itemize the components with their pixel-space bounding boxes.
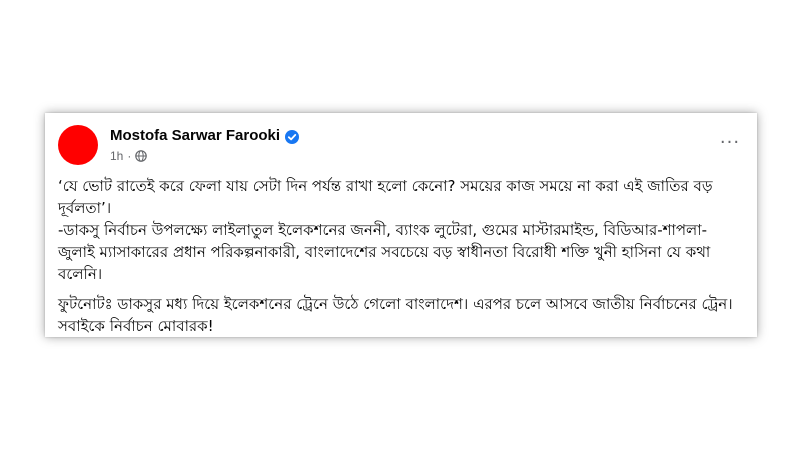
meta-separator: · xyxy=(127,149,132,163)
facebook-post-card: Mostofa Sarwar Farooki 1h · ··· ‘যে ভোট … xyxy=(45,113,757,337)
post-paragraph: ‘যে ভোট রাতেই করে ফেলা যায় সেটা দিন পর্… xyxy=(58,177,713,283)
post-meta: 1h · xyxy=(110,149,148,163)
author-avatar[interactable] xyxy=(58,125,98,165)
post-paragraph-footnote: ফুটনোটঃ ডাকসুর মধ্য দিয়ে ইলেকশনের ট্রেন… xyxy=(58,295,738,335)
post-timestamp[interactable]: 1h xyxy=(110,149,123,163)
globe-icon[interactable] xyxy=(135,150,148,162)
verified-badge-icon xyxy=(285,129,300,144)
author-row: Mostofa Sarwar Farooki xyxy=(110,127,300,144)
more-options-icon[interactable]: ··· xyxy=(716,133,744,153)
author-name[interactable]: Mostofa Sarwar Farooki xyxy=(110,127,280,144)
screenshot-stage: Mostofa Sarwar Farooki 1h · ··· ‘যে ভোট … xyxy=(0,0,800,450)
post-header: Mostofa Sarwar Farooki 1h · ··· xyxy=(58,125,744,167)
post-body: ‘যে ভোট রাতেই করে ফেলা যায় সেটা দিন পর্… xyxy=(58,175,742,337)
